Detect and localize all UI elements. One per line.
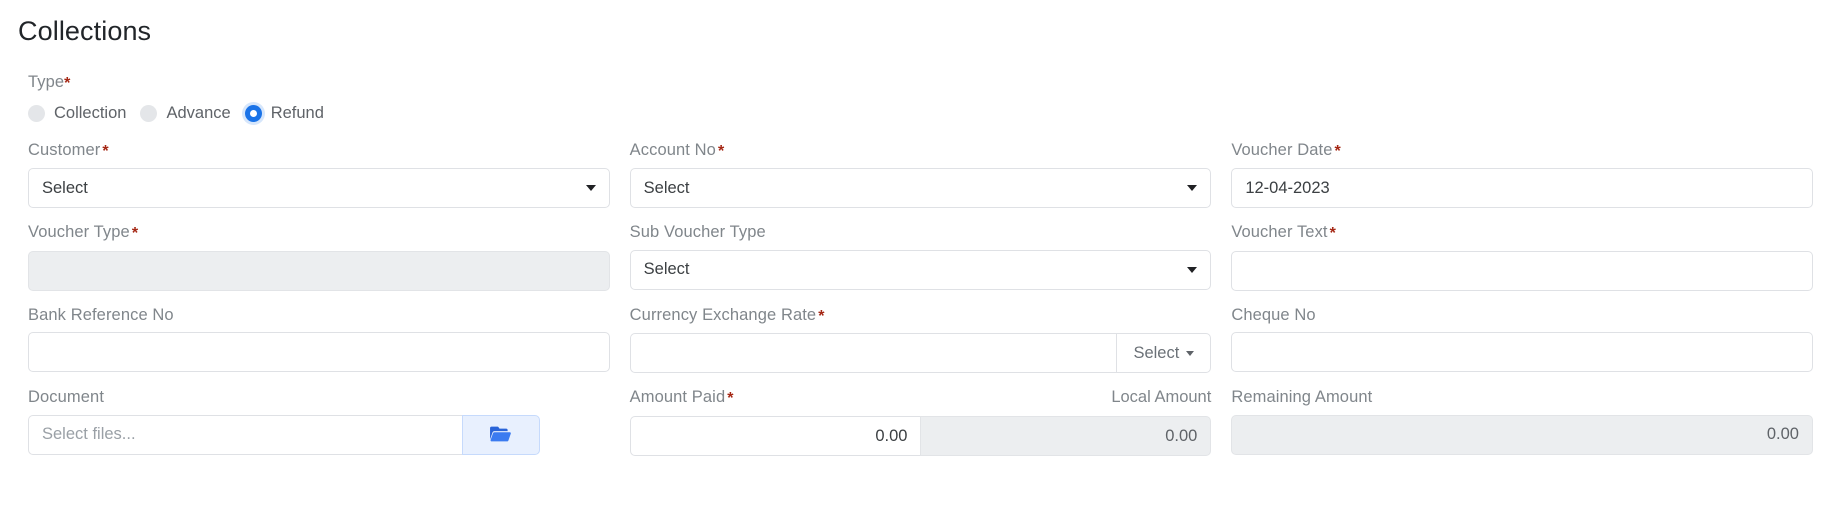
- amount-paid-label-text: Amount Paid: [629, 388, 726, 407]
- form-row-3: Bank Reference No Currency Exchange Rate…: [18, 304, 1823, 387]
- field-customer: Customer * Select: [18, 139, 620, 222]
- form-grid: Customer * Select Account No * Select Vo…: [0, 139, 1839, 469]
- cheque-no-label: Cheque No: [1231, 305, 1316, 324]
- field-document: Document Select files...: [18, 386, 620, 469]
- customer-label-text: Customer: [28, 140, 101, 159]
- amount-paid-value: 0.00: [875, 426, 908, 445]
- customer-label: Customer *: [28, 139, 109, 163]
- remaining-amount-value: 0.00: [1766, 425, 1799, 444]
- required-asterisk: *: [1329, 225, 1336, 243]
- required-asterisk: *: [727, 390, 734, 408]
- local-amount-label: Local Amount: [1111, 388, 1212, 407]
- required-asterisk: *: [64, 75, 71, 93]
- voucher-type-label: Voucher Type *: [28, 221, 138, 245]
- field-bank-reference-no: Bank Reference No: [18, 304, 620, 387]
- remaining-amount-input: 0.00: [1231, 414, 1813, 455]
- radio-label-collection: Collection: [54, 103, 127, 122]
- local-amount-input: 0.00: [920, 416, 1212, 457]
- currency-select-addon-label: Select: [1133, 343, 1180, 362]
- type-label-text: Type: [28, 73, 65, 92]
- field-remaining-amount: Remaining Amount 0.00: [1221, 386, 1823, 469]
- field-amount-paid: Amount Paid * Local Amount 0.00 0.00: [620, 386, 1222, 469]
- chevron-down-icon: [1186, 350, 1195, 356]
- chevron-down-icon: [585, 185, 596, 192]
- required-asterisk: *: [102, 142, 109, 160]
- chevron-down-icon: [1187, 266, 1198, 273]
- sub-voucher-type-label: Sub Voucher Type: [629, 223, 766, 242]
- document-file-picker: Select files...: [28, 414, 540, 455]
- voucher-date-input[interactable]: 12-04-2023: [1231, 168, 1813, 209]
- remaining-amount-label: Remaining Amount: [1231, 388, 1373, 407]
- amount-paid-group: 0.00 0.00: [629, 416, 1212, 457]
- cheque-no-input[interactable]: [1231, 332, 1813, 373]
- currency-exchange-rate-group: Select: [629, 333, 1212, 374]
- sub-voucher-type-select[interactable]: Select: [629, 249, 1212, 290]
- folder-open-icon: [489, 425, 512, 444]
- bank-reference-no-label: Bank Reference No: [28, 305, 174, 324]
- required-asterisk: *: [717, 142, 725, 160]
- required-asterisk: *: [131, 225, 139, 243]
- currency-exchange-rate-label-text: Currency Exchange Rate: [629, 305, 817, 324]
- chevron-down-icon: [1187, 185, 1198, 192]
- page-title: Collections: [18, 16, 152, 46]
- account-no-select-value: Select: [643, 178, 690, 197]
- type-radio-group: Collection Advance Refund: [28, 104, 1839, 123]
- field-account-no: Account No * Select: [620, 139, 1222, 222]
- type-field-group: Type* Collection Advance Refund: [0, 49, 1839, 123]
- required-asterisk: *: [1334, 142, 1341, 160]
- voucher-date-value: 12-04-2023: [1245, 178, 1330, 197]
- radio-indicator-collection[interactable]: [28, 104, 45, 122]
- field-currency-exchange-rate: Currency Exchange Rate * Select: [620, 304, 1222, 387]
- account-no-label-text: Account No: [629, 140, 716, 159]
- sub-voucher-type-select-value: Select: [643, 260, 690, 279]
- field-voucher-date: Voucher Date * 12-04-2023: [1221, 139, 1823, 222]
- voucher-type-input: [28, 250, 610, 291]
- account-no-select[interactable]: Select: [629, 168, 1212, 209]
- voucher-date-label: Voucher Date *: [1231, 139, 1341, 163]
- amount-paid-input[interactable]: 0.00: [629, 416, 921, 457]
- form-row-2: Voucher Type * Sub Voucher Type Select V…: [18, 221, 1823, 304]
- customer-select[interactable]: Select: [28, 168, 610, 209]
- bank-reference-no-input[interactable]: [28, 332, 610, 373]
- field-sub-voucher-type: Sub Voucher Type Select: [620, 221, 1222, 304]
- document-browse-button[interactable]: [461, 414, 540, 455]
- voucher-type-label-text: Voucher Type: [28, 223, 130, 242]
- radio-indicator-advance[interactable]: [140, 104, 158, 122]
- currency-exchange-rate-label: Currency Exchange Rate *: [630, 304, 825, 328]
- collections-form-page: Collections Type* Collection Advance Ref…: [0, 0, 1839, 518]
- radio-option-advance[interactable]: Advance: [140, 103, 231, 123]
- currency-exchange-rate-input[interactable]: [629, 333, 1117, 374]
- document-file-placeholder: Select files...: [42, 425, 136, 444]
- radio-option-collection[interactable]: Collection: [28, 104, 126, 123]
- field-voucher-text: Voucher Text *: [1221, 221, 1823, 304]
- radio-label-advance: Advance: [166, 103, 231, 122]
- type-label: Type*: [28, 71, 1839, 95]
- voucher-text-label-text: Voucher Text: [1231, 223, 1328, 242]
- radio-option-refund[interactable]: Refund: [244, 103, 324, 123]
- local-amount-value: 0.00: [1165, 426, 1198, 445]
- radio-label-refund: Refund: [270, 103, 324, 122]
- field-voucher-type: Voucher Type *: [18, 221, 620, 304]
- customer-select-value: Select: [42, 178, 88, 197]
- currency-select-addon-button[interactable]: Select: [1116, 333, 1212, 374]
- voucher-date-label-text: Voucher Date: [1231, 140, 1333, 159]
- form-row-4: Document Select files... Amount Paid * L…: [18, 386, 1823, 469]
- document-label: Document: [28, 388, 105, 407]
- voucher-text-input[interactable]: [1231, 250, 1813, 291]
- required-asterisk: *: [818, 307, 825, 325]
- radio-indicator-refund[interactable]: [244, 104, 262, 122]
- form-row-1: Customer * Select Account No * Select Vo…: [18, 139, 1823, 222]
- document-file-input[interactable]: Select files...: [28, 414, 462, 455]
- voucher-text-label: Voucher Text *: [1231, 221, 1336, 245]
- account-no-label: Account No *: [630, 139, 725, 163]
- field-cheque-no: Cheque No: [1221, 304, 1823, 387]
- amount-paid-label: Amount Paid *: [630, 386, 734, 410]
